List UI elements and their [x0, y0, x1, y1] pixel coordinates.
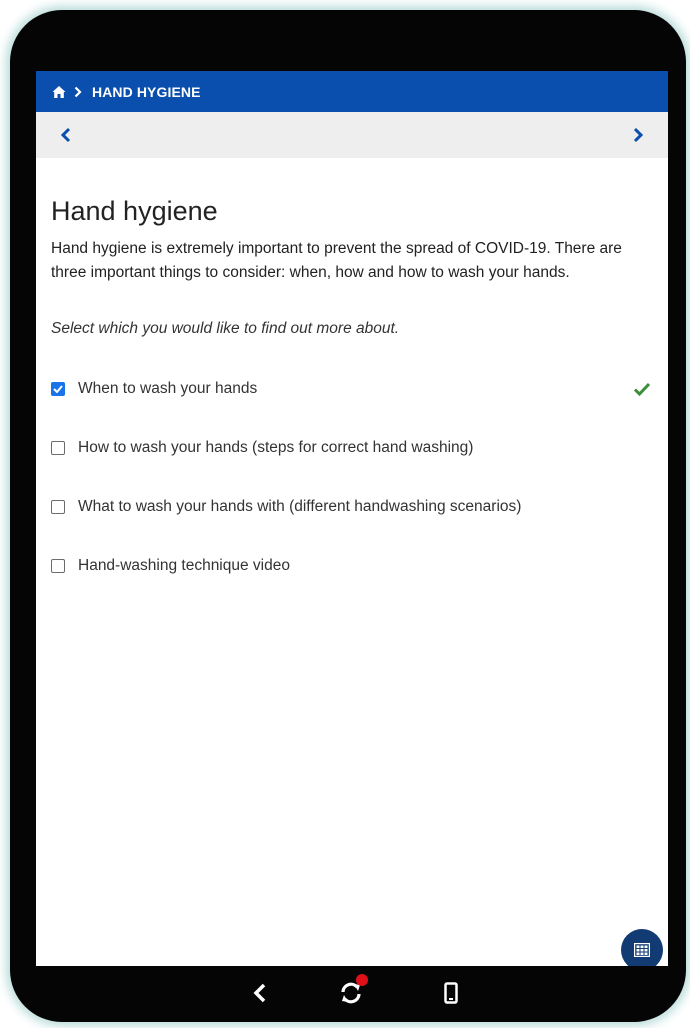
completed-check-icon — [633, 381, 651, 397]
option-what-to-wash-with[interactable]: What to wash your hands with (different … — [51, 494, 651, 520]
chevron-right-icon — [633, 127, 644, 143]
option-label: When to wash your hands — [78, 380, 258, 397]
checkmark-icon — [53, 385, 63, 393]
breadcrumb-current: HAND HYGIENE — [92, 83, 201, 100]
previous-page-button[interactable] — [54, 124, 78, 146]
instruction-text: Select which you would like to find out … — [51, 320, 400, 337]
rotate-button[interactable] — [336, 974, 368, 1008]
tablet-frame: HAND HYGIENE Hand hygiene Hand hygiene i… — [10, 10, 686, 1022]
option-label: What to wash your hands with (different … — [78, 498, 522, 515]
app-screen: HAND HYGIENE Hand hygiene Hand hygiene i… — [36, 71, 668, 966]
checkbox-unchecked[interactable] — [51, 559, 65, 573]
chevron-right-icon — [74, 85, 84, 99]
option-technique-video[interactable]: Hand-washing technique video — [51, 553, 651, 579]
home-icon[interactable] — [52, 85, 66, 99]
option-when-to-wash[interactable]: When to wash your hands — [51, 376, 651, 402]
notification-dot — [356, 974, 368, 986]
option-how-to-wash[interactable]: How to wash your hands (steps for correc… — [51, 435, 651, 461]
breadcrumb: HAND HYGIENE — [36, 71, 668, 112]
menu-grid-button[interactable] — [621, 929, 663, 966]
option-label: How to wash your hands (steps for correc… — [78, 439, 474, 456]
grid-icon — [634, 943, 650, 957]
option-label: Hand-washing technique video — [78, 557, 290, 574]
checkbox-unchecked[interactable] — [51, 500, 65, 514]
back-chevron-icon — [253, 983, 266, 1003]
checkbox-unchecked[interactable] — [51, 441, 65, 455]
page-title: Hand hygiene — [51, 196, 218, 226]
system-navigation-bar — [10, 966, 686, 1022]
next-page-button[interactable] — [626, 124, 650, 146]
back-button[interactable] — [245, 978, 275, 1008]
device-button[interactable] — [436, 978, 466, 1008]
checkbox-checked[interactable] — [51, 382, 65, 396]
chevron-left-icon — [60, 127, 71, 143]
phone-icon — [444, 982, 458, 1004]
intro-text: Hand hygiene is extremely important to p… — [51, 240, 622, 281]
page-navigation — [36, 112, 668, 158]
